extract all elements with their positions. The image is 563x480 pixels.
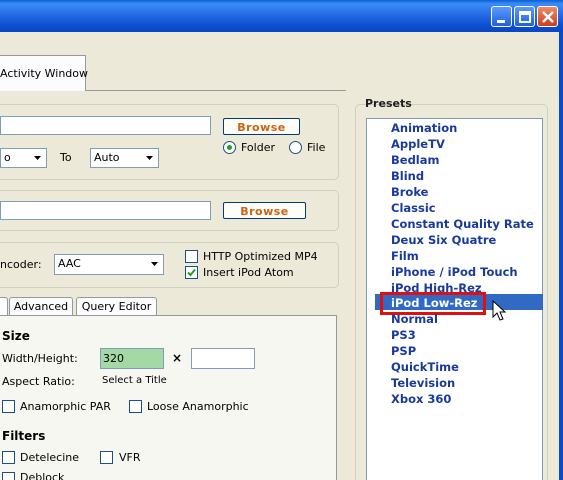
- presets-title: Presets: [365, 97, 412, 110]
- preset-item[interactable]: Deux Six Quatre: [391, 233, 496, 247]
- preset-item[interactable]: Animation: [391, 121, 457, 135]
- audio-group: [0, 242, 339, 288]
- file-radio[interactable]: [289, 141, 302, 154]
- tab-activity-window[interactable]: Activity Window: [0, 55, 89, 91]
- insert-ipod-atom-label: Insert iPod Atom: [203, 266, 294, 279]
- close-icon: [542, 11, 554, 23]
- preset-item[interactable]: Bedlam: [391, 153, 439, 167]
- deblock-checkbox[interactable]: [2, 472, 15, 480]
- preset-item[interactable]: Xbox 360: [391, 392, 451, 406]
- tab-query-editor[interactable]: Query Editor: [76, 297, 157, 315]
- source-path-input[interactable]: [0, 116, 211, 135]
- folder-radio-label: Folder: [241, 141, 275, 154]
- close-button[interactable]: [537, 6, 558, 27]
- vfr-label: VFR: [119, 451, 141, 464]
- tab-activity-window-label: Activity Window: [0, 67, 89, 80]
- insert-ipod-atom-checkbox[interactable]: [185, 266, 198, 279]
- preset-item[interactable]: Broke: [391, 185, 428, 199]
- chevron-down-icon: [151, 262, 158, 266]
- loose-anamorphic-checkbox[interactable]: [129, 400, 142, 413]
- preset-item[interactable]: PSP: [391, 344, 416, 358]
- anamorphic-par-label: Anamorphic PAR: [20, 400, 111, 413]
- preset-item[interactable]: QuickTime: [391, 360, 459, 374]
- aspect-ratio-label: Aspect Ratio:: [2, 375, 75, 388]
- tab-partial[interactable]: [0, 297, 8, 315]
- minimize-button[interactable]: [491, 6, 512, 27]
- minimize-icon: [497, 20, 505, 23]
- size-heading: Size: [2, 329, 30, 343]
- tab-strip-divider: [86, 90, 346, 91]
- chevron-down-icon: [146, 156, 153, 160]
- range-from-select[interactable]: o: [0, 148, 47, 168]
- preset-item[interactable]: Film: [391, 249, 419, 263]
- maximize-icon: [519, 11, 531, 23]
- preset-item[interactable]: iPhone / iPod Touch: [391, 265, 518, 279]
- width-input[interactable]: 320: [100, 348, 164, 369]
- filters-heading: Filters: [2, 429, 46, 443]
- range-to-label: To: [60, 151, 72, 164]
- audio-encoder-select[interactable]: AAC: [54, 254, 164, 275]
- maximize-button[interactable]: [514, 6, 535, 27]
- http-optimized-label: HTTP Optimized MP4: [203, 250, 318, 263]
- destination-browse-button[interactable]: Browse: [223, 202, 306, 219]
- encoder-label: ncoder:: [0, 258, 42, 271]
- width-height-label: Width/Height:: [2, 352, 78, 365]
- destination-path-input[interactable]: [0, 201, 211, 220]
- loose-anamorphic-label: Loose Anamorphic: [147, 400, 249, 413]
- times-symbol: ×: [172, 351, 183, 365]
- preset-item[interactable]: AppleTV: [391, 137, 445, 151]
- file-radio-label: File: [307, 141, 326, 154]
- mouse-cursor-icon: [492, 300, 506, 321]
- folder-radio[interactable]: [223, 141, 236, 154]
- tab-advanced[interactable]: Advanced: [9, 297, 73, 315]
- detelecine-label: Detelecine: [20, 451, 79, 464]
- preset-item[interactable]: Normal: [391, 312, 438, 326]
- source-browse-button[interactable]: Browse: [223, 118, 300, 135]
- preset-item[interactable]: PS3: [391, 328, 416, 342]
- preset-item[interactable]: Television: [391, 376, 455, 390]
- aspect-ratio-value: Select a Title: [102, 375, 167, 386]
- http-optimized-checkbox[interactable]: [185, 250, 198, 263]
- detelecine-checkbox[interactable]: [2, 451, 15, 464]
- window-border: [559, 32, 563, 480]
- title-bar: [0, 0, 563, 32]
- preset-item[interactable]: Constant Quality Rate: [391, 217, 534, 231]
- range-to-select[interactable]: Auto: [90, 148, 159, 168]
- vfr-checkbox[interactable]: [100, 451, 113, 464]
- height-input[interactable]: [191, 348, 255, 369]
- checkmark-icon: [187, 268, 196, 277]
- anamorphic-par-checkbox[interactable]: [2, 400, 15, 413]
- preset-item[interactable]: Blind: [391, 169, 424, 183]
- chevron-down-icon: [34, 156, 41, 160]
- deblock-label: Deblock: [20, 471, 65, 480]
- preset-item[interactable]: Classic: [391, 201, 436, 215]
